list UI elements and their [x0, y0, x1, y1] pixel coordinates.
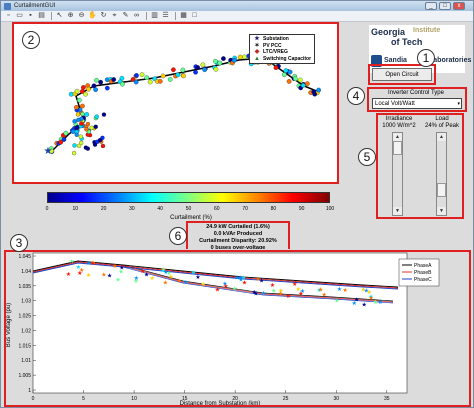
curtailment-gui-window: CurtailmentGUI _ □ x ▫ ▭ ▪ ▤ ↖ ⊕ ⊖ ✋ ↻ ⌖…	[0, 0, 474, 408]
new-file-icon[interactable]: ▫	[4, 12, 13, 20]
callout-1: 1	[417, 49, 435, 67]
toolbar-separator	[146, 12, 147, 20]
curtailment-colorbar	[47, 192, 330, 203]
figure-toolbar: ▫ ▭ ▪ ▤ ↖ ⊕ ⊖ ✋ ↻ ⌖ ✎ ∞ ▥ ☰ ▦ □	[1, 11, 473, 22]
callout-box-1	[368, 64, 436, 85]
colorbar-tick-label: 50	[186, 206, 192, 212]
save-icon[interactable]: ▪	[26, 12, 35, 20]
colorbar-tick-label: 80	[271, 206, 277, 212]
zoom-out-icon[interactable]: ⊖	[77, 12, 86, 20]
sandia-logo-right: Laboratories	[429, 57, 472, 64]
colorbar-icon[interactable]: ▥	[150, 12, 159, 20]
window-title: CurtailmentGUI	[14, 3, 56, 9]
minimize-button[interactable]: _	[425, 2, 437, 10]
callout-box-4	[367, 87, 467, 112]
colorbar-tick-label: 20	[101, 206, 107, 212]
link-icon[interactable]: ∞	[132, 12, 141, 20]
colorbar-tick-label: 90	[299, 206, 305, 212]
callout-box-3	[4, 250, 471, 407]
callout-5: 5	[358, 148, 376, 166]
map-legend: ★ Substation ✶ PV PCC ◆ LTC/VREG ▲ Switching…	[249, 34, 316, 64]
pan-icon[interactable]: ✋	[88, 12, 97, 20]
grid-icon[interactable]: ▦	[179, 12, 188, 20]
callout-box-5	[376, 113, 464, 219]
georgia-tech-logo-line1: Georgia	[371, 27, 406, 37]
title-bar: CurtailmentGUI _ □ x	[1, 1, 473, 11]
colorbar-tick-label: 30	[129, 206, 135, 212]
colorbar-tick-label: 100	[326, 206, 335, 212]
pointer-icon[interactable]: ↖	[55, 12, 64, 20]
triangle-icon: ▲	[254, 55, 260, 62]
callout-6: 6	[169, 227, 187, 245]
georgia-tech-logo-line2: Institute	[413, 27, 441, 34]
georgia-tech-logo-line3: of Tech	[391, 37, 423, 47]
callout-4: 4	[347, 87, 365, 105]
colorbar-tick-label: 40	[157, 206, 163, 212]
colorbar-tick-label: 0	[46, 206, 49, 212]
square-icon[interactable]: □	[190, 12, 199, 20]
close-button[interactable]: x	[453, 2, 465, 10]
legend-label: Switching Capacitor	[263, 55, 312, 62]
colorbar-tick-label: 10	[73, 206, 79, 212]
toolbar-separator	[51, 12, 52, 20]
print-icon[interactable]: ▤	[37, 12, 46, 20]
colorbar-axis: 0 10 20 30 40 50 60 70 80 90 100 Curtailment (%)	[46, 206, 335, 221]
colorbar-tick-label: 60	[214, 206, 220, 212]
brush-icon[interactable]: ✎	[121, 12, 130, 20]
toolbar-separator	[175, 12, 176, 20]
data-cursor-icon[interactable]: ⌖	[110, 12, 119, 20]
colorbar-tick-label: 70	[242, 206, 248, 212]
rotate-icon[interactable]: ↻	[99, 12, 108, 20]
matlab-app-icon	[4, 2, 11, 10]
callout-2: 2	[22, 31, 40, 49]
zoom-in-icon[interactable]: ⊕	[66, 12, 75, 20]
sandia-logo-left: Sandia	[384, 57, 407, 64]
legend-item-capacitor: ▲ Switching Capacitor	[253, 56, 311, 63]
open-folder-icon[interactable]: ▭	[15, 12, 24, 20]
maximize-button[interactable]: □	[439, 2, 451, 10]
callout-3: 3	[10, 234, 28, 252]
callout-box-6	[186, 221, 290, 252]
legend-icon[interactable]: ☰	[161, 12, 170, 20]
